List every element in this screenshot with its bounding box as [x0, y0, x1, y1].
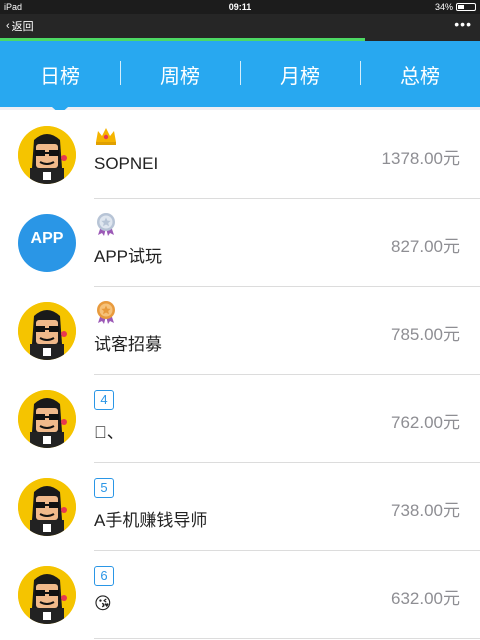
ranking-row[interactable]: 4 、 762.00元 [0, 374, 480, 463]
ranking-row[interactable]: 5 A手机赚钱导师 738.00元 [0, 462, 480, 551]
tab-0[interactable]: 日榜 [0, 41, 120, 114]
silver-medal-icon [94, 212, 118, 236]
ranking-row[interactable]: SOPNEI 1378.00元 [0, 110, 480, 199]
ranking-tabs: 日榜 周榜 月榜 总榜 [0, 41, 480, 114]
ranking-row[interactable]: 6 😘 632.00元 [0, 550, 480, 639]
crown-icon [94, 124, 118, 148]
back-label: 返回 [11, 21, 34, 33]
nav-bar: ‹ 返回 ••• [0, 14, 480, 38]
tab-3[interactable]: 总榜 [360, 41, 480, 107]
tab-1[interactable]: 周榜 [120, 41, 240, 107]
avatar-app-text: APP [30, 230, 64, 247]
user-name: SOPNEI [94, 154, 159, 173]
ranking-row[interactable]: APP APP试玩 827.00元 [0, 198, 480, 287]
user-name: APP试玩 [94, 247, 163, 266]
user-name: A手机赚钱导师 [94, 511, 208, 530]
avatar [18, 566, 76, 624]
earnings-amount: 632.00元 [391, 589, 460, 608]
tab-2[interactable]: 月榜 [240, 41, 360, 107]
avatar [18, 126, 76, 184]
battery-percent: 34% [434, 2, 453, 12]
ranking-list: SOPNEI 1378.00元 APP APP试玩 827.00元试客招募 785.00元… [0, 110, 480, 640]
rank-number-badge: 6 [94, 566, 114, 586]
chevron-left-icon: ‹ [6, 20, 10, 32]
ranking-row[interactable]: 试客招募 785.00元 [0, 286, 480, 375]
rank-number-badge: 5 [94, 478, 114, 498]
row-divider [94, 638, 480, 639]
battery-icon [456, 3, 476, 11]
avatar [18, 478, 76, 536]
earnings-amount: 827.00元 [391, 237, 460, 256]
bronze-medal-icon [94, 300, 118, 324]
earnings-amount: 785.00元 [391, 325, 460, 344]
earnings-amount: 1378.00元 [381, 149, 460, 168]
status-time: 09:11 [228, 2, 252, 12]
rank-number-badge: 4 [94, 390, 114, 410]
earnings-amount: 762.00元 [391, 413, 460, 432]
avatar [18, 302, 76, 360]
avatar: APP [18, 214, 76, 272]
user-name: 试客招募 [94, 335, 162, 354]
status-bar: iPad 09:11 34% [0, 0, 480, 14]
back-button[interactable]: ‹ 返回 [6, 18, 34, 34]
battery-status: 34% [435, 2, 476, 12]
user-name: 😘 [94, 594, 112, 613]
user-name: 、 [94, 423, 124, 442]
more-menu-button[interactable]: ••• [454, 16, 472, 32]
earnings-amount: 738.00元 [391, 501, 460, 520]
avatar [18, 390, 76, 448]
